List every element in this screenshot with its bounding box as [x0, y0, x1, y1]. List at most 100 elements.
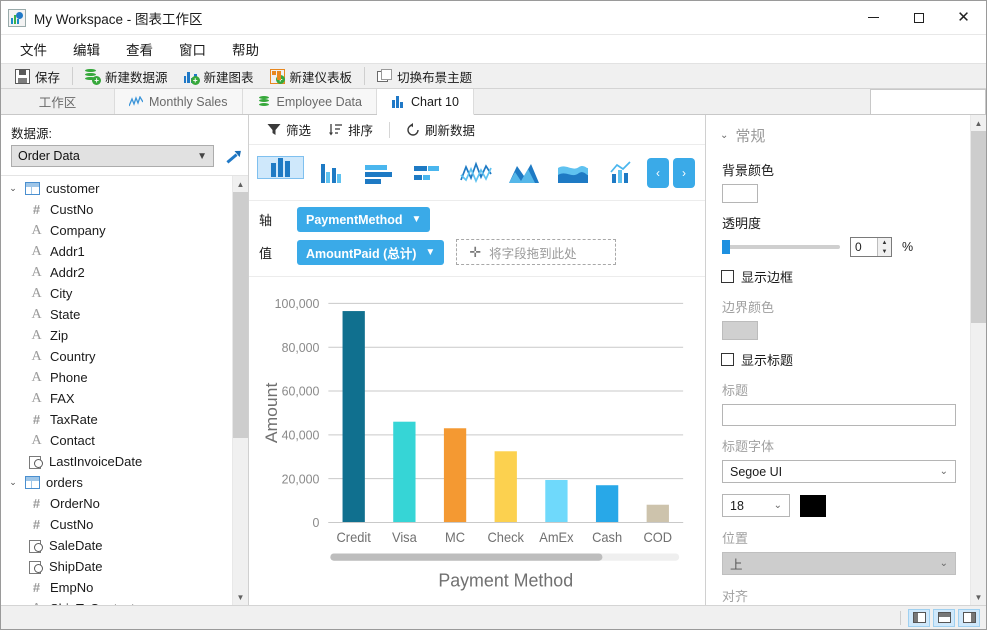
menu-view[interactable]: 查看 [113, 35, 166, 63]
stepper-arrows[interactable]: ▲ ▼ [877, 238, 891, 256]
tree-field-ShipToContact[interactable]: AShipToContact [1, 598, 232, 606]
layout-right-pane-button[interactable] [958, 608, 980, 627]
chart-bar[interactable] [342, 311, 365, 523]
tree-field-Addr1[interactable]: A Addr1 [1, 241, 232, 262]
tree-field-State[interactable]: A State [1, 304, 232, 325]
tree-field-Zip[interactable]: A Zip [1, 325, 232, 346]
scroll-down-icon[interactable]: ▼ [233, 589, 248, 605]
tree-field-CustNo[interactable]: # CustNo [1, 514, 232, 535]
tree-field-Country[interactable]: A Country [1, 346, 232, 367]
tab-chart-10[interactable]: Chart 10 [376, 89, 474, 115]
chevron-down-icon[interactable]: ▼ [425, 247, 435, 258]
new-datasource-button[interactable]: + 新建数据源 [77, 64, 176, 88]
show-title-row[interactable]: 显示标题 [721, 350, 956, 369]
grouped-column-chart-type[interactable] [306, 151, 353, 195]
chart-type-prev-button[interactable]: ‹ [647, 157, 670, 188]
tab-monthly-sales[interactable]: Monthly Sales [115, 89, 243, 114]
bar-chart-type[interactable] [355, 151, 402, 195]
chart-bar[interactable] [646, 504, 669, 523]
opacity-slider-knob[interactable] [722, 240, 730, 254]
tree-scroll-thumb[interactable] [233, 192, 248, 439]
background-color-swatch[interactable] [722, 184, 758, 203]
column-chart-type[interactable] [257, 155, 305, 179]
layout-left-pane-button[interactable] [908, 608, 930, 627]
show-border-checkbox[interactable] [721, 270, 734, 283]
menu-edit[interactable]: 编辑 [60, 35, 113, 63]
stacked-area-chart-type[interactable] [550, 151, 597, 195]
chart-bar[interactable] [545, 479, 568, 523]
stepper-up-icon[interactable]: ▲ [878, 238, 891, 247]
new-dashboard-button[interactable]: + 新建仪表板 [262, 64, 361, 88]
menu-file[interactable]: 文件 [7, 35, 60, 63]
scroll-up-icon[interactable]: ▲ [971, 115, 986, 131]
area-chart-type[interactable] [501, 151, 548, 195]
datasource-select[interactable]: Order Data ▼ [11, 145, 214, 167]
tree-table-orders[interactable]: ⌄ orders [1, 472, 232, 493]
refresh-data-button[interactable]: 刷新数据 [398, 118, 483, 142]
close-button[interactable]: ✕ [941, 1, 986, 35]
tree-table-customer[interactable]: ⌄ customer [1, 178, 232, 199]
chevron-down-icon[interactable]: ⌄ [7, 183, 19, 194]
switch-theme-button[interactable]: 切换布景主题 [369, 64, 480, 88]
scroll-up-icon[interactable]: ▲ [233, 176, 248, 192]
tree-field-Contact[interactable]: A Contact [1, 430, 232, 451]
combo-chart-type[interactable] [598, 151, 645, 195]
chart-plot[interactable]: 0 20,000 40,000 60,000 80,000 100,000 Credit Vi… [249, 277, 705, 605]
minimize-button[interactable] [851, 1, 896, 35]
title-input[interactable] [722, 404, 956, 426]
tab-workspace[interactable]: 工作区 [1, 89, 115, 114]
tree-field-Phone[interactable]: A Phone [1, 367, 232, 388]
tree-field-EmpNo[interactable]: # EmpNo [1, 577, 232, 598]
tree-field-CustNo[interactable]: # CustNo [1, 199, 232, 220]
chart-type-next-button[interactable]: › [673, 157, 696, 188]
tree-field-OrderNo[interactable]: # OrderNo [1, 493, 232, 514]
chevron-down-icon[interactable]: ▼ [412, 214, 422, 225]
save-button[interactable]: 保存 [7, 64, 68, 88]
tree-field-City[interactable]: A City [1, 283, 232, 304]
tab-employee-data[interactable]: Employee Data [242, 89, 377, 114]
chart-bar[interactable] [443, 428, 467, 523]
opacity-stepper[interactable]: 0 ▲ ▼ [850, 237, 892, 257]
tab-new-placeholder[interactable] [870, 89, 986, 114]
tree-field-TaxRate[interactable]: # TaxRate [1, 409, 232, 430]
tree-scroll-track[interactable] [233, 192, 248, 589]
show-border-row[interactable]: 显示边框 [721, 267, 956, 286]
tree-field-ShipDate[interactable]: ShipDate [1, 556, 232, 577]
maximize-button[interactable] [896, 1, 941, 35]
sort-button[interactable]: 排序 [321, 118, 381, 142]
line-chart-type[interactable] [452, 151, 499, 195]
scroll-down-icon[interactable]: ▼ [971, 589, 986, 605]
menu-window[interactable]: 窗口 [166, 35, 219, 63]
chart-bar[interactable] [494, 451, 517, 523]
tree-field-Addr2[interactable]: A Addr2 [1, 262, 232, 283]
chart-bar[interactable] [595, 485, 619, 523]
layout-top-pane-button[interactable] [933, 608, 955, 627]
tree-field-Company[interactable]: A Company [1, 220, 232, 241]
pencil-icon[interactable] [224, 148, 240, 164]
value-field-pill[interactable]: AmountPaid (总计) ▼ [297, 239, 445, 265]
position-select[interactable]: 上 ⌄ [722, 552, 956, 575]
title-font-color-swatch[interactable] [800, 494, 826, 517]
properties-scroll-track[interactable] [971, 131, 986, 589]
menu-help[interactable]: 帮助 [219, 35, 272, 63]
chart-bar[interactable] [393, 421, 416, 523]
filter-button[interactable]: 筛选 [259, 118, 319, 142]
properties-scroll-thumb[interactable] [971, 131, 986, 324]
tree-field-SaleDate[interactable]: SaleDate [1, 535, 232, 556]
chevron-down-icon[interactable]: ⌄ [7, 477, 19, 488]
border-color-swatch[interactable] [722, 321, 758, 340]
general-section-header[interactable]: ⌄ 常规 [720, 125, 956, 146]
chart-hscroll-thumb[interactable] [330, 553, 603, 561]
show-title-checkbox[interactable] [721, 353, 734, 366]
title-font-size-select[interactable]: 18 ⌄ [722, 494, 790, 517]
tree-scrollbar[interactable]: ▲ ▼ [232, 176, 248, 605]
tree-field-FAX[interactable]: A FAX [1, 388, 232, 409]
stepper-down-icon[interactable]: ▼ [878, 247, 891, 256]
new-chart-button[interactable]: + 新建图表 [176, 64, 262, 88]
field-dropzone[interactable]: ✛ 将字段拖到此处 [456, 239, 617, 265]
title-font-select[interactable]: Segoe UI ⌄ [722, 460, 956, 483]
axis-field-pill[interactable]: PaymentMethod ▼ [297, 207, 431, 232]
opacity-slider[interactable] [722, 240, 840, 254]
grouped-bar-chart-type[interactable] [404, 151, 451, 195]
tree-field-LastInvoiceDate[interactable]: LastInvoiceDate [1, 451, 232, 472]
